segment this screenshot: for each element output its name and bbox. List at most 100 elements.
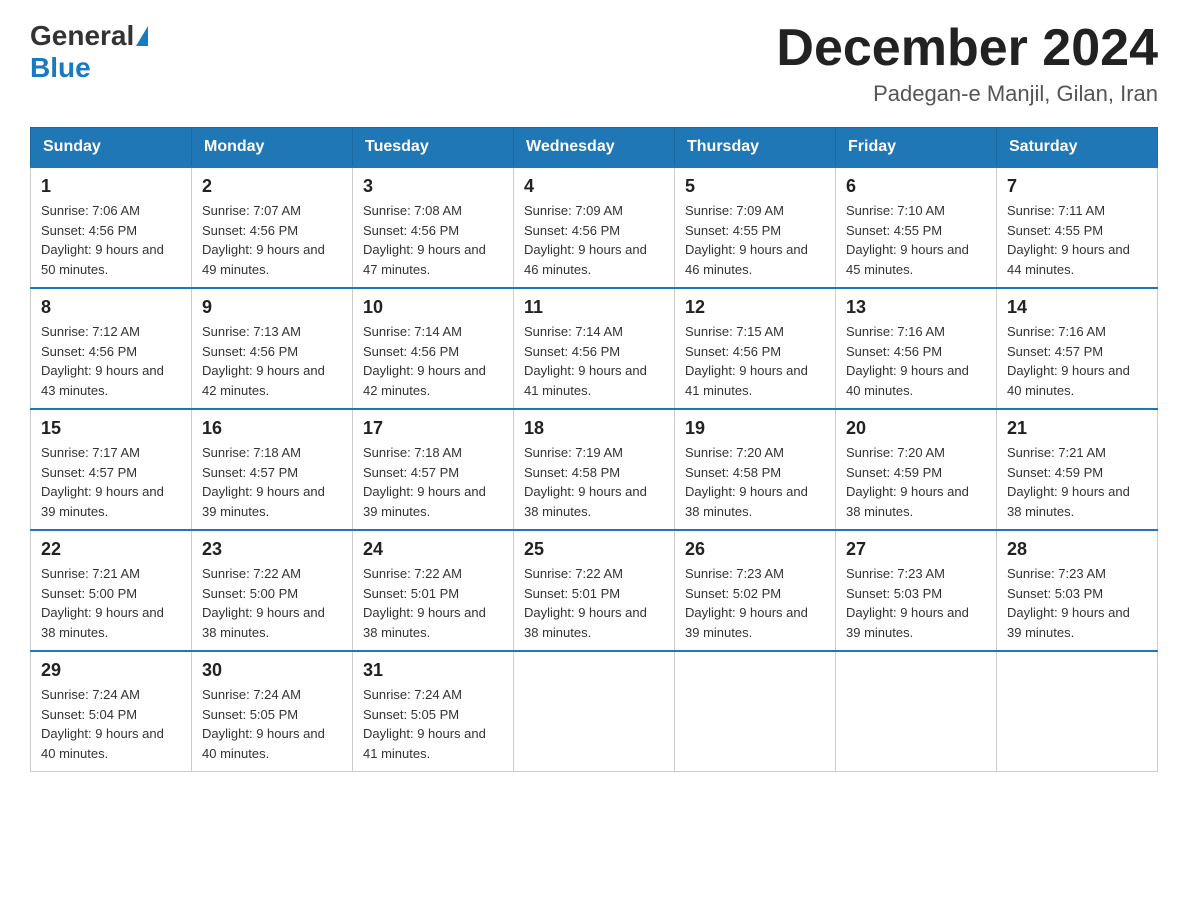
day-number: 20 (846, 418, 986, 439)
day-number: 23 (202, 539, 342, 560)
calendar-cell (836, 651, 997, 772)
day-info: Sunrise: 7:22 AMSunset: 5:01 PMDaylight:… (363, 564, 503, 642)
calendar-cell: 23 Sunrise: 7:22 AMSunset: 5:00 PMDayligh… (192, 530, 353, 651)
calendar-header-friday: Friday (836, 128, 997, 168)
day-number: 14 (1007, 297, 1147, 318)
logo-blue-text: Blue (30, 52, 91, 83)
calendar-cell: 19 Sunrise: 7:20 AMSunset: 4:58 PMDayligh… (675, 409, 836, 530)
page-header: General Blue December 2024 Padegan-e Man… (30, 20, 1158, 107)
day-info: Sunrise: 7:11 AMSunset: 4:55 PMDaylight:… (1007, 201, 1147, 279)
logo-general-text: General (30, 20, 134, 52)
day-info: Sunrise: 7:20 AMSunset: 4:58 PMDaylight:… (685, 443, 825, 521)
calendar-cell: 17 Sunrise: 7:18 AMSunset: 4:57 PMDayligh… (353, 409, 514, 530)
day-number: 5 (685, 176, 825, 197)
calendar-cell: 5 Sunrise: 7:09 AMSunset: 4:55 PMDaylight… (675, 167, 836, 288)
day-info: Sunrise: 7:24 AMSunset: 5:05 PMDaylight:… (202, 685, 342, 763)
calendar-cell: 18Sunrise: 7:19 AMSunset: 4:58 PMDayligh… (514, 409, 675, 530)
day-number: 3 (363, 176, 503, 197)
day-info: Sunrise: 7:09 AMSunset: 4:55 PMDaylight:… (685, 201, 825, 279)
day-info: Sunrise: 7:24 AMSunset: 5:05 PMDaylight:… (363, 685, 503, 763)
calendar-cell: 31 Sunrise: 7:24 AMSunset: 5:05 PMDayligh… (353, 651, 514, 772)
day-number: 4 (524, 176, 664, 197)
calendar-cell: 2 Sunrise: 7:07 AMSunset: 4:56 PMDaylight… (192, 167, 353, 288)
day-info: Sunrise: 7:13 AMSunset: 4:56 PMDaylight:… (202, 322, 342, 400)
calendar-week-row: 8Sunrise: 7:12 AMSunset: 4:56 PMDaylight… (31, 288, 1158, 409)
day-number: 8 (41, 297, 181, 318)
day-number: 21 (1007, 418, 1147, 439)
calendar-week-row: 29 Sunrise: 7:24 AMSunset: 5:04 PMDayligh… (31, 651, 1158, 772)
calendar-header-tuesday: Tuesday (353, 128, 514, 168)
day-number: 19 (685, 418, 825, 439)
day-number: 17 (363, 418, 503, 439)
day-info: Sunrise: 7:06 AMSunset: 4:56 PMDaylight:… (41, 201, 181, 279)
day-number: 29 (41, 660, 181, 681)
day-info: Sunrise: 7:22 AMSunset: 5:00 PMDaylight:… (202, 564, 342, 642)
day-info: Sunrise: 7:20 AMSunset: 4:59 PMDaylight:… (846, 443, 986, 521)
calendar-cell: 28 Sunrise: 7:23 AMSunset: 5:03 PMDayligh… (997, 530, 1158, 651)
calendar-cell (997, 651, 1158, 772)
day-info: Sunrise: 7:21 AMSunset: 4:59 PMDaylight:… (1007, 443, 1147, 521)
day-number: 11 (524, 297, 664, 318)
calendar-cell: 16 Sunrise: 7:18 AMSunset: 4:57 PMDayligh… (192, 409, 353, 530)
location-title: Padegan-e Manjil, Gilan, Iran (776, 81, 1158, 107)
day-info: Sunrise: 7:16 AMSunset: 4:57 PMDaylight:… (1007, 322, 1147, 400)
calendar-cell: 22Sunrise: 7:21 AMSunset: 5:00 PMDayligh… (31, 530, 192, 651)
day-number: 28 (1007, 539, 1147, 560)
calendar-cell: 12Sunrise: 7:15 AMSunset: 4:56 PMDayligh… (675, 288, 836, 409)
day-info: Sunrise: 7:23 AMSunset: 5:03 PMDaylight:… (846, 564, 986, 642)
calendar-cell: 14 Sunrise: 7:16 AMSunset: 4:57 PMDayligh… (997, 288, 1158, 409)
day-number: 25 (524, 539, 664, 560)
day-info: Sunrise: 7:18 AMSunset: 4:57 PMDaylight:… (363, 443, 503, 521)
day-info: Sunrise: 7:08 AMSunset: 4:56 PMDaylight:… (363, 201, 503, 279)
calendar-cell: 11Sunrise: 7:14 AMSunset: 4:56 PMDayligh… (514, 288, 675, 409)
calendar-cell: 13 Sunrise: 7:16 AMSunset: 4:56 PMDayligh… (836, 288, 997, 409)
day-info: Sunrise: 7:14 AMSunset: 4:56 PMDaylight:… (363, 322, 503, 400)
calendar-cell: 10Sunrise: 7:14 AMSunset: 4:56 PMDayligh… (353, 288, 514, 409)
calendar-cell: 26 Sunrise: 7:23 AMSunset: 5:02 PMDayligh… (675, 530, 836, 651)
month-title: December 2024 (776, 20, 1158, 77)
day-number: 27 (846, 539, 986, 560)
day-info: Sunrise: 7:07 AMSunset: 4:56 PMDaylight:… (202, 201, 342, 279)
logo: General Blue (30, 20, 150, 84)
title-block: December 2024 Padegan-e Manjil, Gilan, I… (776, 20, 1158, 107)
day-number: 26 (685, 539, 825, 560)
calendar-header-sunday: Sunday (31, 128, 192, 168)
day-number: 9 (202, 297, 342, 318)
calendar-cell: 24Sunrise: 7:22 AMSunset: 5:01 PMDayligh… (353, 530, 514, 651)
calendar-cell: 30 Sunrise: 7:24 AMSunset: 5:05 PMDayligh… (192, 651, 353, 772)
calendar-cell: 27 Sunrise: 7:23 AMSunset: 5:03 PMDayligh… (836, 530, 997, 651)
day-number: 31 (363, 660, 503, 681)
calendar-cell (514, 651, 675, 772)
calendar-header-wednesday: Wednesday (514, 128, 675, 168)
day-info: Sunrise: 7:09 AMSunset: 4:56 PMDaylight:… (524, 201, 664, 279)
day-number: 15 (41, 418, 181, 439)
calendar-cell (675, 651, 836, 772)
day-number: 1 (41, 176, 181, 197)
day-number: 13 (846, 297, 986, 318)
calendar-header-thursday: Thursday (675, 128, 836, 168)
calendar-cell: 20 Sunrise: 7:20 AMSunset: 4:59 PMDayligh… (836, 409, 997, 530)
calendar-cell: 9 Sunrise: 7:13 AMSunset: 4:56 PMDaylight… (192, 288, 353, 409)
calendar-cell: 3 Sunrise: 7:08 AMSunset: 4:56 PMDaylight… (353, 167, 514, 288)
day-number: 2 (202, 176, 342, 197)
day-number: 30 (202, 660, 342, 681)
logo-triangle-icon (136, 26, 148, 46)
calendar-week-row: 22Sunrise: 7:21 AMSunset: 5:00 PMDayligh… (31, 530, 1158, 651)
day-info: Sunrise: 7:18 AMSunset: 4:57 PMDaylight:… (202, 443, 342, 521)
calendar-cell: 15 Sunrise: 7:17 AMSunset: 4:57 PMDayligh… (31, 409, 192, 530)
day-number: 16 (202, 418, 342, 439)
calendar-cell: 29 Sunrise: 7:24 AMSunset: 5:04 PMDayligh… (31, 651, 192, 772)
day-info: Sunrise: 7:22 AMSunset: 5:01 PMDaylight:… (524, 564, 664, 642)
calendar-week-row: 1 Sunrise: 7:06 AMSunset: 4:56 PMDaylight… (31, 167, 1158, 288)
day-number: 22 (41, 539, 181, 560)
day-info: Sunrise: 7:17 AMSunset: 4:57 PMDaylight:… (41, 443, 181, 521)
day-info: Sunrise: 7:23 AMSunset: 5:02 PMDaylight:… (685, 564, 825, 642)
day-number: 7 (1007, 176, 1147, 197)
calendar-header-monday: Monday (192, 128, 353, 168)
day-info: Sunrise: 7:23 AMSunset: 5:03 PMDaylight:… (1007, 564, 1147, 642)
calendar-cell: 1 Sunrise: 7:06 AMSunset: 4:56 PMDaylight… (31, 167, 192, 288)
day-info: Sunrise: 7:24 AMSunset: 5:04 PMDaylight:… (41, 685, 181, 763)
day-info: Sunrise: 7:16 AMSunset: 4:56 PMDaylight:… (846, 322, 986, 400)
calendar-cell: 25 Sunrise: 7:22 AMSunset: 5:01 PMDayligh… (514, 530, 675, 651)
day-number: 18 (524, 418, 664, 439)
